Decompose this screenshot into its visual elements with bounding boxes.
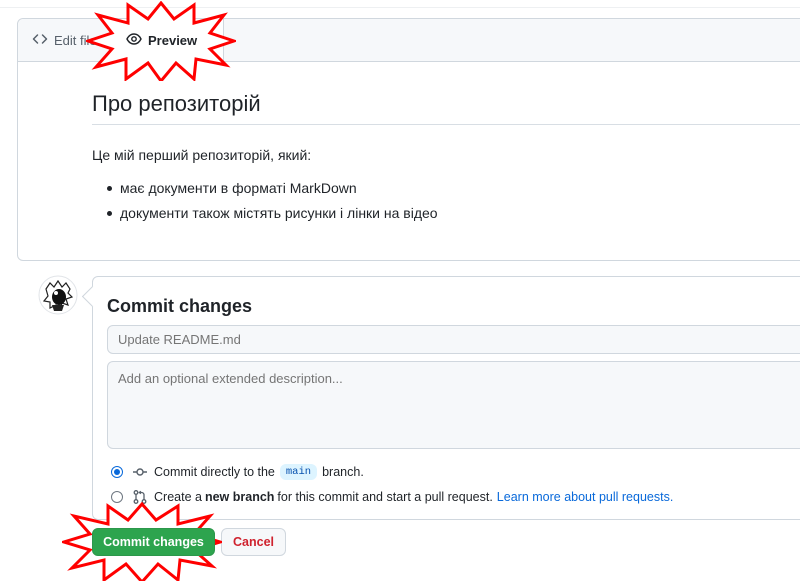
commit-direct-option[interactable]: Commit directly to the main branch. — [111, 462, 364, 482]
new-branch-bold: new branch — [204, 490, 275, 504]
commit-description-input[interactable] — [107, 361, 800, 449]
tab-edit-file-label: Edit file — [54, 33, 97, 48]
markdown-preview: Про репозиторій Це мій перший репозиторі… — [92, 91, 800, 229]
editor-panel: Edit file Preview Про репозиторій Це мій… — [17, 1, 800, 261]
commit-direct-prefix: Commit directly to the — [154, 465, 275, 479]
top-strip — [0, 0, 800, 8]
branch-name-badge: main — [279, 464, 318, 480]
avatar[interactable] — [38, 275, 78, 315]
new-branch-prefix: Create a — [154, 490, 202, 504]
cancel-button[interactable]: Cancel — [221, 528, 286, 556]
preview-heading: Про репозиторій — [92, 91, 800, 125]
tab-preview[interactable]: Preview — [126, 19, 216, 62]
commit-direct-suffix: branch. — [322, 465, 364, 479]
preview-list: має документи в форматі MarkDown докумен… — [92, 179, 800, 229]
preview-intro: Це мій перший репозиторій, який: — [92, 147, 312, 163]
code-icon — [32, 31, 54, 50]
git-commit-icon — [132, 464, 148, 480]
new-branch-option[interactable]: Create a new branch for this commit and … — [111, 487, 673, 507]
git-pull-request-icon — [132, 489, 148, 505]
eye-icon — [126, 31, 148, 50]
list-item: має документи в форматі MarkDown — [92, 179, 800, 204]
commit-direct-radio[interactable] — [111, 466, 123, 478]
editor-tabs: Edit file Preview — [18, 1, 800, 81]
learn-more-pull-requests-link[interactable]: Learn more about pull requests. — [497, 490, 674, 504]
new-branch-radio[interactable] — [111, 491, 123, 503]
commit-panel: Commit changes Commit directly to the ma… — [92, 276, 800, 520]
commit-summary-input[interactable] — [107, 325, 800, 354]
new-branch-suffix: for this commit and start a pull request… — [277, 490, 493, 504]
list-item: документи також містять рисунки і лінки … — [92, 204, 800, 229]
tab-preview-label: Preview — [148, 33, 198, 48]
tab-edit-file[interactable]: Edit file — [32, 19, 97, 62]
commit-changes-button[interactable]: Commit changes — [92, 528, 215, 556]
commit-heading: Commit changes — [107, 296, 253, 316]
